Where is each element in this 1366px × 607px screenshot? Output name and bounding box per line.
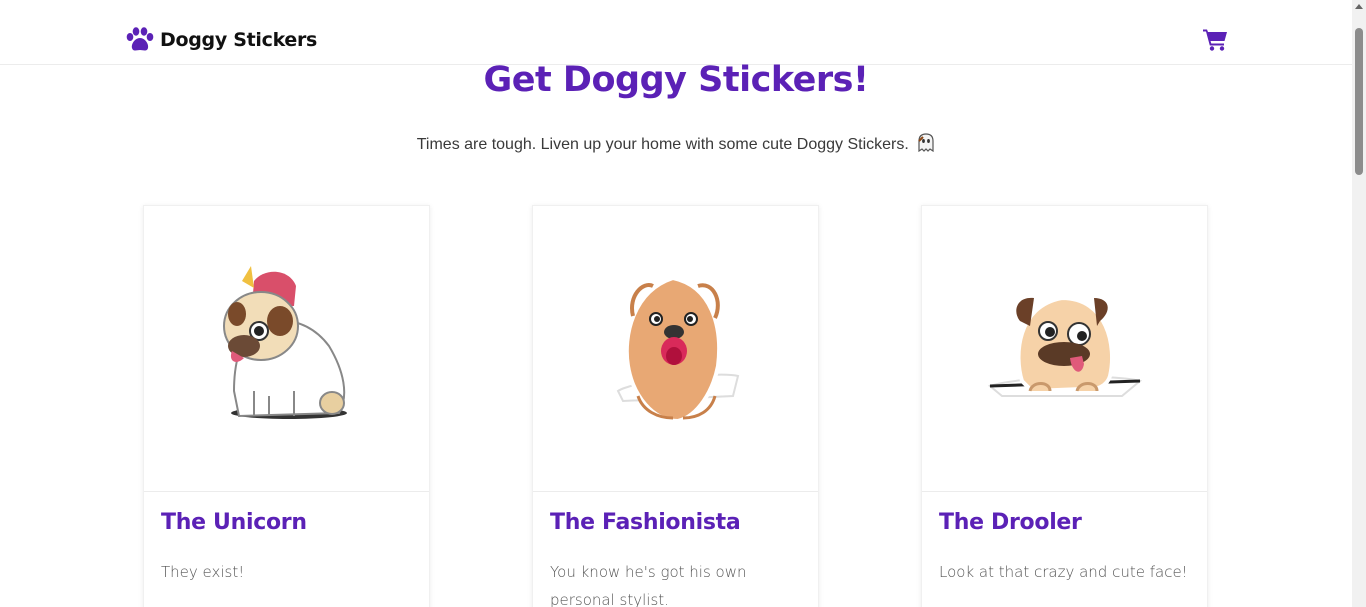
page-subtitle-text: Times are tough. Liven up your home with… (416, 136, 909, 153)
product-title[interactable]: The Drooler (939, 510, 1082, 535)
paw-icon (126, 27, 154, 51)
product-title[interactable]: The Fashionista (550, 510, 741, 535)
product-image-pug-drooler (922, 206, 1207, 492)
product-description: They exist! (161, 563, 245, 581)
navbar: Doggy Stickers (0, 0, 1352, 65)
ghost-emoji-icon (918, 133, 934, 152)
product-card[interactable]: The Drooler Look at that crazy and cute … (921, 205, 1208, 607)
scrollbar-thumb[interactable] (1355, 28, 1363, 175)
brand-name: Doggy Stickers (160, 29, 318, 51)
product-card[interactable]: The Fashionista You know he's got his ow… (532, 205, 819, 607)
product-title[interactable]: The Unicorn (161, 510, 307, 535)
product-description: You know he's got his own personal styli… (550, 563, 747, 607)
product-image-fluffy-dog (533, 206, 818, 492)
brand-link[interactable]: Doggy Stickers (125, 27, 317, 53)
page-subtitle: Times are tough. Liven up your home with… (0, 133, 1352, 154)
shopping-cart-icon[interactable] (1203, 28, 1228, 51)
vertical-scrollbar[interactable] (1352, 0, 1366, 607)
product-card[interactable]: The Unicorn They exist! (143, 205, 430, 607)
product-image-pug-unicorn (144, 206, 429, 492)
scroll-up-arrow-icon[interactable] (1355, 4, 1363, 9)
page-title: Get Doggy Stickers! (483, 60, 869, 100)
product-description: Look at that crazy and cute face! (939, 563, 1188, 581)
